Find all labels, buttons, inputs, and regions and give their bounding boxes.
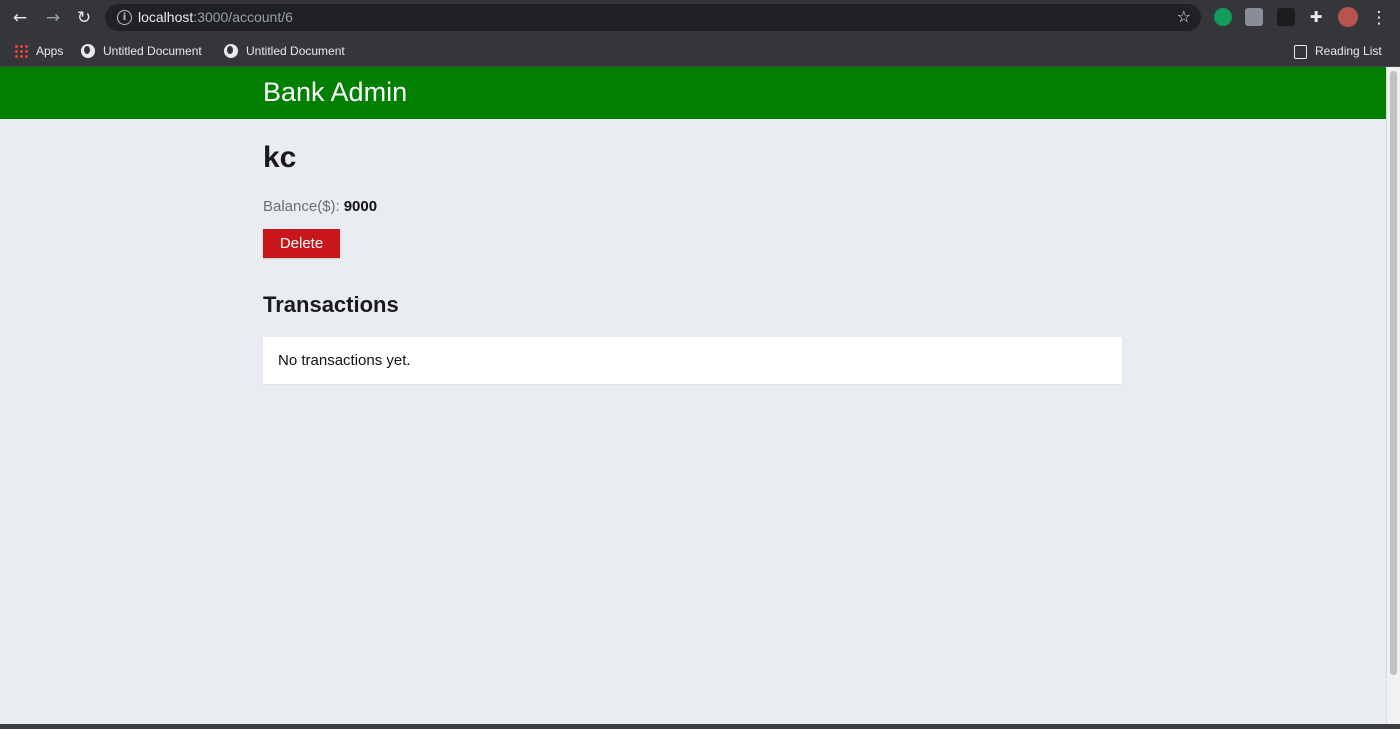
address-bar[interactable]: i localhost:3000/account/6 ☆ — [105, 4, 1201, 31]
reading-list-icon — [1294, 45, 1307, 59]
site-info-icon[interactable]: i — [117, 10, 132, 25]
reading-list-button[interactable]: Reading List — [1294, 42, 1382, 60]
balance-line: Balance($): 9000 — [263, 198, 377, 215]
window-bottom-edge — [0, 724, 1400, 729]
app-header: Bank Admin — [0, 67, 1386, 119]
browser-toolbar: ← → ↻ i localhost:3000/account/6 ☆ ✚ ⋮ — [0, 0, 1400, 36]
delete-button[interactable]: Delete — [263, 229, 340, 258]
extensions-puzzle-icon[interactable]: ✚ — [1307, 8, 1325, 26]
scrollbar[interactable] — [1386, 67, 1400, 724]
bookmark-label: Apps — [36, 44, 64, 58]
url-text[interactable]: localhost:3000/account/6 — [138, 9, 293, 25]
reload-icon[interactable]: ↻ — [72, 6, 96, 30]
apps-grid-icon — [14, 44, 28, 58]
profile-avatar[interactable] — [1338, 7, 1358, 27]
page-viewport: Bank Admin kc Balance($): 9000 Delete Tra… — [0, 67, 1386, 724]
reading-list-label: Reading List — [1315, 44, 1382, 58]
bookmark-star-icon[interactable]: ☆ — [1177, 7, 1191, 26]
bookmark-apps[interactable]: Apps — [14, 42, 63, 60]
menu-kebab-icon[interactable]: ⋮ — [1367, 6, 1391, 30]
globe-icon — [81, 44, 95, 58]
bookmark-untitled-1[interactable]: Untitled Document — [81, 42, 202, 60]
globe-icon — [224, 44, 238, 58]
grammarly-extension-icon[interactable] — [1214, 8, 1232, 26]
balance-label: Balance($): — [263, 198, 340, 215]
bookmark-label: Untitled Document — [103, 44, 202, 58]
bookmarks-bar: Apps Untitled Document Untitled Document… — [0, 36, 1400, 67]
scrollbar-thumb[interactable] — [1390, 71, 1397, 675]
transactions-title: Transactions — [263, 292, 399, 317]
account-name: kc — [263, 141, 297, 174]
balance-value: 9000 — [343, 198, 378, 215]
empty-transactions-message: No transactions yet. — [278, 352, 411, 369]
forward-arrow-icon[interactable]: → — [41, 6, 65, 30]
bookmark-untitled-2[interactable]: Untitled Document — [224, 42, 345, 60]
url-host: localhost — [138, 9, 194, 25]
url-path: :3000/account/6 — [193, 9, 293, 25]
brand-title[interactable]: Bank Admin — [263, 77, 407, 108]
transactions-card: No transactions yet. — [263, 337, 1122, 384]
extension-icon[interactable] — [1277, 8, 1295, 26]
translate-extension-icon[interactable] — [1245, 8, 1263, 26]
back-arrow-icon[interactable]: ← — [8, 6, 32, 30]
bookmark-label: Untitled Document — [246, 44, 345, 58]
